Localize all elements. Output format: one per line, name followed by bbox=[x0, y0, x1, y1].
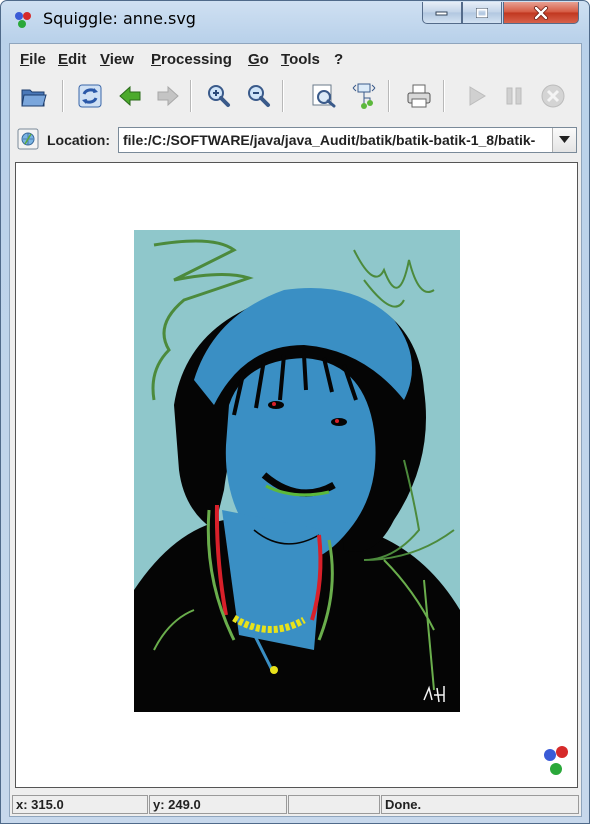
toolbar-separator bbox=[388, 80, 390, 112]
zoom-in-icon bbox=[208, 85, 230, 107]
minimize-button[interactable] bbox=[422, 2, 462, 24]
location-icon bbox=[17, 128, 39, 150]
play-button[interactable] bbox=[460, 80, 492, 112]
stop-icon bbox=[541, 84, 565, 108]
maximize-button[interactable] bbox=[462, 2, 502, 24]
pause-button[interactable] bbox=[498, 80, 530, 112]
play-icon bbox=[469, 86, 486, 106]
location-bar: Location: bbox=[10, 122, 581, 156]
forward-button[interactable] bbox=[152, 80, 184, 112]
location-label: Location: bbox=[47, 132, 110, 148]
stop-button[interactable] bbox=[537, 80, 569, 112]
menu-bar: File Edit View Processing Go Tools ? bbox=[10, 44, 581, 72]
zoom-out-button[interactable] bbox=[242, 80, 274, 112]
menu-processing[interactable]: Processing bbox=[151, 51, 232, 68]
magnifier-icon bbox=[312, 84, 336, 108]
menu-file[interactable]: File bbox=[20, 51, 46, 68]
minimize-icon bbox=[435, 11, 448, 15]
reload-button[interactable] bbox=[74, 80, 106, 112]
status-x-coordinate: x: 315.0 bbox=[12, 795, 148, 814]
forward-arrow-icon bbox=[157, 85, 179, 107]
svg-canvas[interactable] bbox=[15, 162, 578, 788]
menu-help[interactable]: ? bbox=[334, 51, 343, 68]
reload-icon bbox=[78, 84, 102, 108]
print-icon bbox=[407, 84, 431, 108]
magnifier-button[interactable] bbox=[308, 80, 340, 112]
maximize-icon bbox=[476, 7, 488, 18]
location-combo[interactable] bbox=[118, 127, 577, 153]
batik-app-icon bbox=[15, 12, 31, 28]
close-icon bbox=[534, 5, 548, 20]
dom-viewer-icon bbox=[352, 83, 376, 109]
menu-view[interactable]: View bbox=[100, 51, 134, 68]
zoom-in-button[interactable] bbox=[202, 80, 234, 112]
window-title: Squiggle: anne.svg bbox=[43, 9, 196, 28]
dom-viewer-button[interactable] bbox=[348, 80, 380, 112]
menu-tools[interactable]: Tools bbox=[281, 51, 320, 68]
back-button[interactable] bbox=[114, 80, 146, 112]
client-area: File Edit View Processing Go Tools ? Loc… bbox=[9, 43, 582, 817]
application-window: Squiggle: anne.svg File Edit View Proces bbox=[0, 0, 590, 824]
anne-portrait-artwork[interactable] bbox=[134, 230, 460, 712]
chevron-down-icon bbox=[559, 136, 570, 143]
pause-icon bbox=[506, 87, 522, 105]
location-dropdown-button[interactable] bbox=[552, 128, 576, 152]
menu-edit[interactable]: Edit bbox=[58, 51, 86, 68]
batik-logo-icon bbox=[544, 746, 568, 775]
location-input[interactable] bbox=[119, 128, 552, 152]
toolbar-separator bbox=[190, 80, 192, 112]
print-button[interactable] bbox=[403, 80, 435, 112]
open-button[interactable] bbox=[18, 80, 50, 112]
toolbar-separator bbox=[443, 80, 445, 112]
toolbar-separator bbox=[62, 80, 64, 112]
title-bar[interactable]: Squiggle: anne.svg bbox=[1, 1, 589, 37]
status-bar: x: 315.0 y: 249.0 Done. bbox=[10, 792, 581, 816]
menu-go[interactable]: Go bbox=[248, 51, 269, 68]
status-message: Done. bbox=[381, 795, 579, 814]
back-arrow-icon bbox=[119, 85, 141, 107]
zoom-out-icon bbox=[248, 85, 270, 107]
close-button[interactable] bbox=[503, 2, 579, 24]
toolbar bbox=[10, 72, 581, 118]
status-empty-cell bbox=[288, 795, 380, 814]
open-folder-icon bbox=[21, 89, 47, 107]
status-y-coordinate: y: 249.0 bbox=[149, 795, 287, 814]
toolbar-separator bbox=[282, 80, 284, 112]
